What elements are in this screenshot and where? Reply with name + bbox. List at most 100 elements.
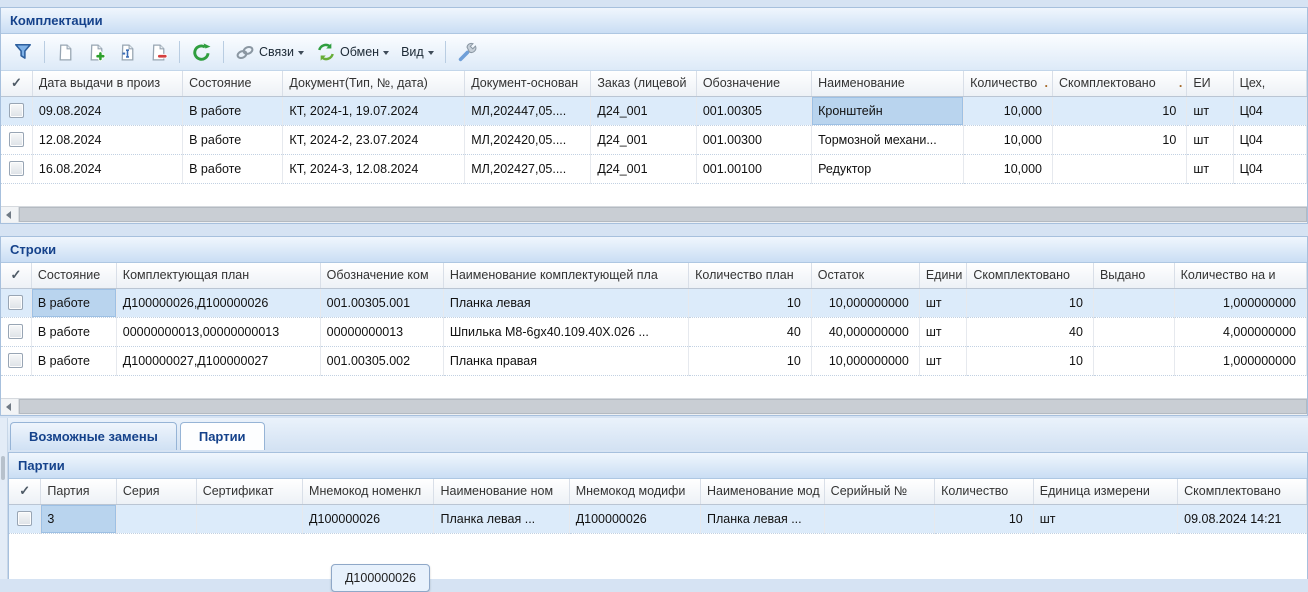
cell[interactable]: В работе <box>183 125 283 154</box>
cell[interactable]: Д100000026 <box>569 504 700 533</box>
cell[interactable]: шт <box>919 317 967 346</box>
cell[interactable]: шт <box>1187 154 1233 183</box>
cell[interactable]: Планка левая <box>443 288 688 317</box>
row-checkbox[interactable] <box>9 132 24 147</box>
cell[interactable]: 10,000000000 <box>811 288 919 317</box>
cell[interactable] <box>1093 346 1174 375</box>
column-header[interactable]: ЕИ <box>1187 71 1233 96</box>
cell[interactable]: 1,000000000 <box>1174 288 1306 317</box>
column-header[interactable]: Серийный № <box>824 479 934 504</box>
column-header[interactable]: Дата выдачи в произ <box>32 71 182 96</box>
column-header[interactable]: Состояние <box>183 71 283 96</box>
cell[interactable]: 40 <box>967 317 1094 346</box>
view-button[interactable]: Вид <box>396 43 439 61</box>
select-all-header[interactable]: ✓ <box>1 263 31 288</box>
cell[interactable]: 40 <box>689 317 812 346</box>
cell[interactable]: В работе <box>183 96 283 125</box>
column-header[interactable]: Количество на и <box>1174 263 1306 288</box>
row-checkbox[interactable] <box>9 161 24 176</box>
cell[interactable]: 3 <box>41 504 116 533</box>
row-checkbox[interactable] <box>8 353 23 368</box>
edit-document-button[interactable] <box>113 41 142 64</box>
cell[interactable]: МЛ,202447,05.... <box>465 96 591 125</box>
cell[interactable]: Редуктор <box>812 154 964 183</box>
cell[interactable]: 10 <box>1053 96 1187 125</box>
cell[interactable] <box>824 504 934 533</box>
select-all-header[interactable]: ✓ <box>9 479 41 504</box>
column-header[interactable]: Остаток <box>811 263 919 288</box>
cell[interactable]: КТ, 2024-2, 23.07.2024 <box>283 125 465 154</box>
cell[interactable]: Планка правая <box>443 346 688 375</box>
cell[interactable]: В работе <box>183 154 283 183</box>
add-document-button[interactable] <box>82 41 111 64</box>
scrollbar-thumb[interactable] <box>19 399 1307 414</box>
stroki-h-scrollbar[interactable] <box>1 398 1307 415</box>
table-row[interactable]: 12.08.2024В работеКТ, 2024-2, 23.07.2024… <box>1 125 1307 154</box>
cell[interactable]: 10,000 <box>964 125 1053 154</box>
cell[interactable]: 10,000000000 <box>811 346 919 375</box>
exchange-button[interactable]: Обмен <box>311 40 394 64</box>
delete-document-button[interactable] <box>144 41 173 64</box>
cell[interactable]: 4,000000000 <box>1174 317 1306 346</box>
cell[interactable]: 001.00100 <box>696 154 811 183</box>
new-document-button[interactable] <box>51 41 80 64</box>
cell[interactable]: Д100000026,Д100000026 <box>116 288 320 317</box>
cell[interactable] <box>196 504 302 533</box>
cell[interactable]: МЛ,202427,05.... <box>465 154 591 183</box>
cell[interactable]: 1,000000000 <box>1174 346 1306 375</box>
refresh-button[interactable] <box>186 40 217 65</box>
cell[interactable]: Ц04 <box>1233 96 1306 125</box>
links-button[interactable]: Связи <box>230 40 309 64</box>
scroll-left-icon[interactable] <box>1 207 19 222</box>
cell[interactable]: Ц04 <box>1233 154 1306 183</box>
cell[interactable]: Планка левая ... <box>700 504 824 533</box>
column-header[interactable]: Серия <box>116 479 196 504</box>
cell[interactable]: МЛ,202420,05.... <box>465 125 591 154</box>
column-header[interactable]: Мнемокод номенкл <box>303 479 434 504</box>
cell[interactable]: Д100000027,Д100000027 <box>116 346 320 375</box>
cell[interactable] <box>1053 154 1187 183</box>
cell[interactable]: Шпилька М8-6gx40.109.40X.026 ... <box>443 317 688 346</box>
row-checkbox[interactable] <box>8 324 23 339</box>
row-checkbox[interactable] <box>9 103 24 118</box>
column-header[interactable]: Наименование комплектующей пла <box>443 263 688 288</box>
cell[interactable]: Д24_001 <box>591 96 696 125</box>
cell[interactable]: 001.00305.002 <box>320 346 443 375</box>
cell[interactable]: 10 <box>967 346 1094 375</box>
table-row[interactable]: 09.08.2024В работеКТ, 2024-1, 19.07.2024… <box>1 96 1307 125</box>
table-row[interactable]: 16.08.2024В работеКТ, 2024-3, 12.08.2024… <box>1 154 1307 183</box>
cell[interactable] <box>1093 317 1174 346</box>
column-header[interactable]: Комплектующая план <box>116 263 320 288</box>
cell[interactable]: 10,000 <box>964 154 1053 183</box>
cell[interactable]: 001.00300 <box>696 125 811 154</box>
cell[interactable]: шт <box>919 288 967 317</box>
cell[interactable]: 10 <box>967 288 1094 317</box>
column-header[interactable]: Состояние <box>31 263 116 288</box>
column-header[interactable]: Цех, <box>1233 71 1306 96</box>
column-header[interactable]: Количество. <box>964 71 1053 96</box>
cell[interactable]: 00000000013 <box>320 317 443 346</box>
column-header[interactable]: Скомплектовано <box>1178 479 1307 504</box>
cell[interactable]: 16.08.2024 <box>32 154 182 183</box>
column-header[interactable]: Едини <box>919 263 967 288</box>
cell[interactable] <box>116 504 196 533</box>
cell[interactable]: Планка левая ... <box>434 504 569 533</box>
cell[interactable]: 09.08.2024 14:21 <box>1178 504 1307 533</box>
tab-vozmozhnye-zameny[interactable]: Возможные замены <box>10 422 177 450</box>
row-checkbox[interactable] <box>17 511 32 526</box>
column-header[interactable]: Заказ (лицевой <box>591 71 696 96</box>
cell[interactable]: 00000000013,00000000013 <box>116 317 320 346</box>
cell[interactable]: В работе <box>31 288 116 317</box>
table-row[interactable]: В работеД100000026,Д100000026001.00305.0… <box>1 288 1307 317</box>
select-all-header[interactable]: ✓ <box>1 71 32 96</box>
row-checkbox[interactable] <box>8 295 23 310</box>
column-header[interactable]: Единица измерени <box>1033 479 1177 504</box>
column-header[interactable]: Наименование ном <box>434 479 569 504</box>
table-row[interactable]: В работе00000000013,00000000013000000000… <box>1 317 1307 346</box>
tools-button[interactable] <box>452 40 482 64</box>
column-header[interactable]: Сертификат <box>196 479 302 504</box>
cell[interactable]: КТ, 2024-3, 12.08.2024 <box>283 154 465 183</box>
cell[interactable]: Д100000026 <box>303 504 434 533</box>
column-header[interactable]: Партия <box>41 479 116 504</box>
cell[interactable]: 10 <box>689 346 812 375</box>
